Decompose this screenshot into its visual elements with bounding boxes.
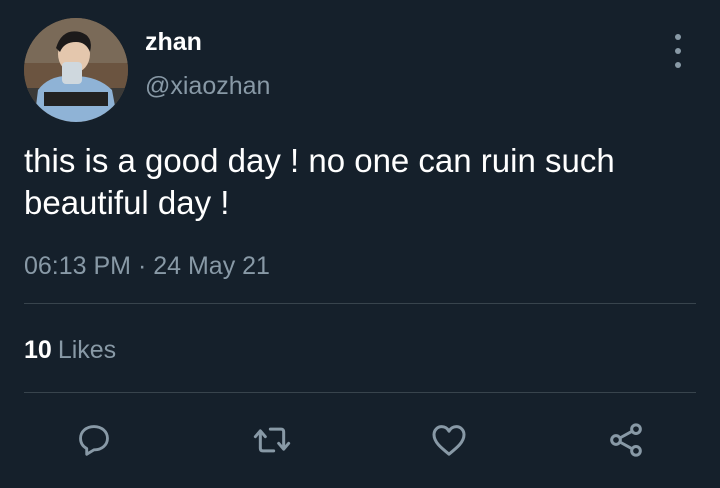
avatar-image: [24, 18, 128, 122]
more-vertical-icon-dot: [675, 48, 681, 54]
heart-icon: [432, 425, 466, 456]
retweet-button[interactable]: [250, 418, 294, 462]
reply-icon: [79, 425, 109, 456]
divider: [24, 392, 696, 393]
divider: [24, 303, 696, 304]
share-button[interactable]: [604, 418, 648, 462]
retweet-icon: [253, 427, 291, 453]
likes-count: 10: [24, 336, 52, 364]
user-handle[interactable]: @xiaozhan: [145, 70, 270, 102]
more-vertical-icon-dot: [675, 62, 681, 68]
tweet-timestamp[interactable]: 06:13 PM · 24 May 21: [24, 250, 270, 282]
more-vertical-icon: [675, 34, 681, 40]
reply-button[interactable]: [72, 418, 116, 462]
avatar[interactable]: [24, 18, 128, 122]
like-button[interactable]: [427, 418, 471, 462]
more-options-button[interactable]: [664, 34, 692, 68]
tweet-text: this is a good day ! no one can ruin suc…: [24, 142, 615, 221]
likes-stat[interactable]: 10 Likes: [24, 334, 116, 366]
display-name[interactable]: zhan: [145, 26, 202, 58]
likes-label: Likes: [57, 336, 117, 364]
share-icon: [610, 423, 642, 457]
